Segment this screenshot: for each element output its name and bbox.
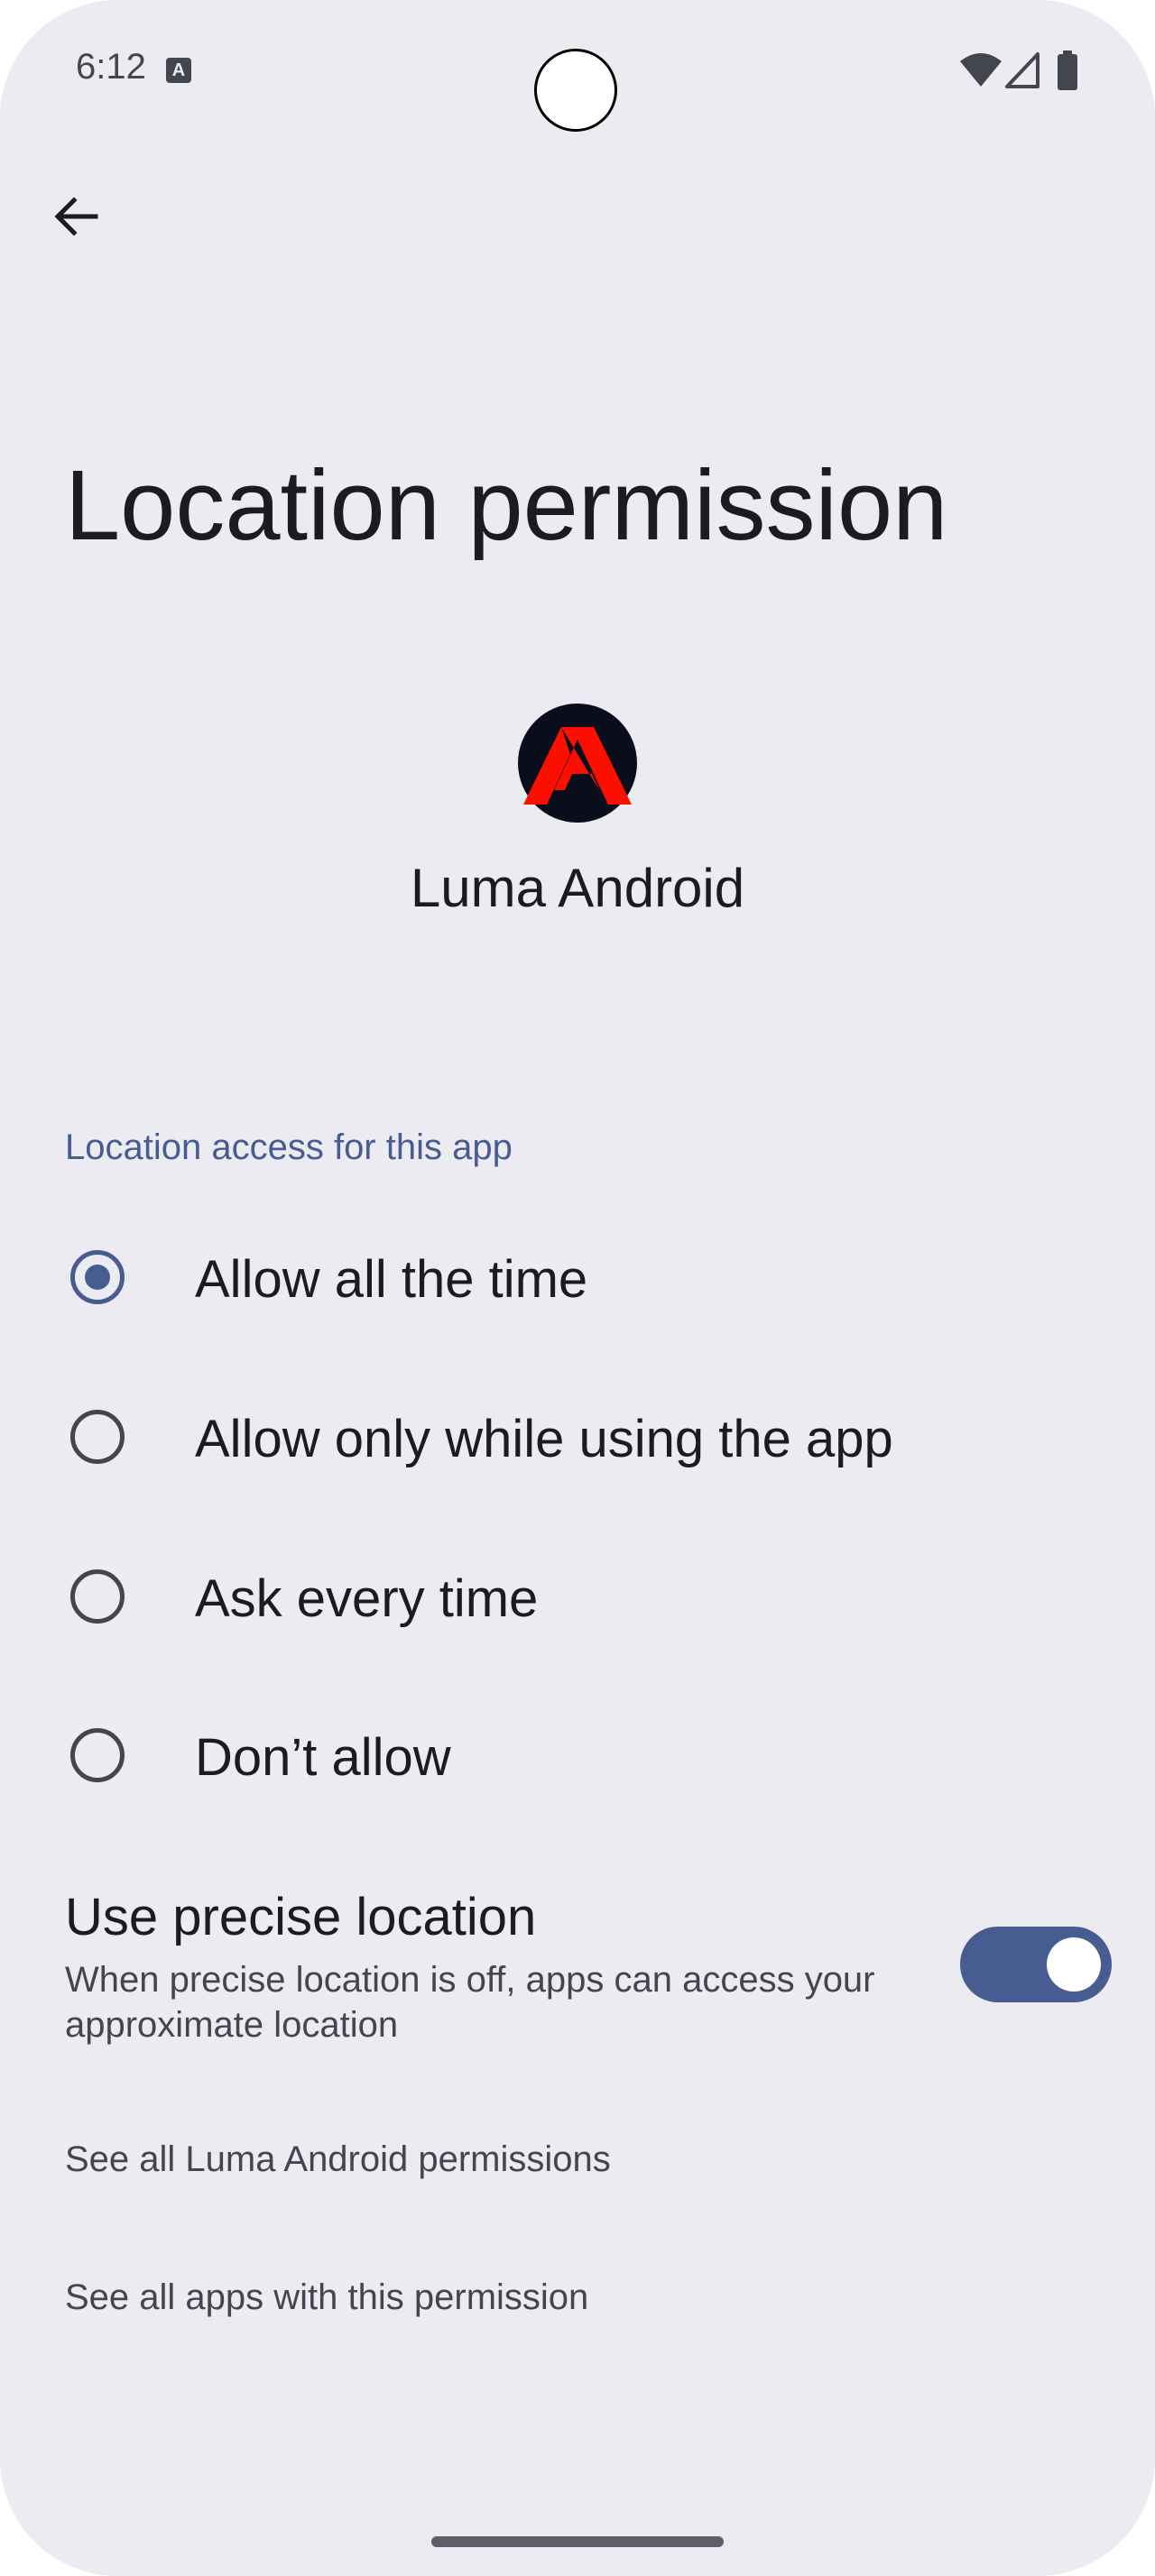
option-label: Don’t allow	[195, 1728, 451, 1787]
text-a-icon: A	[166, 58, 191, 83]
app-name: Luma Android	[410, 858, 745, 918]
precise-location-title: Use precise location	[65, 1888, 537, 1946]
section-label: Location access for this app	[65, 1127, 513, 1167]
toggle-knob	[1047, 1937, 1101, 1992]
see-all-apps-with-permission-link[interactable]: See all apps with this permission	[65, 2277, 1094, 2318]
option-label: Allow all the time	[195, 1250, 588, 1309]
option-label: Ask every time	[195, 1569, 539, 1628]
arrow-left-icon	[54, 197, 98, 236]
option-allow-all-the-time[interactable]: Allow all the time	[0, 1198, 1155, 1357]
option-ask-every-time[interactable]: Ask every time	[0, 1517, 1155, 1676]
precise-location-description: When precise location is off, apps can a…	[65, 1960, 875, 2045]
battery-icon	[1058, 51, 1077, 90]
cellular-signal-icon	[1005, 52, 1040, 88]
radio-button[interactable]	[70, 1728, 125, 1782]
camera-cutout	[534, 49, 617, 132]
screen: 6:12 A Location permission Luma Android …	[0, 0, 1155, 2576]
wifi-icon	[960, 53, 1002, 87]
home-gesture-bar[interactable]	[431, 2536, 724, 2547]
adobe-logo-icon	[518, 704, 637, 823]
back-button[interactable]	[36, 177, 116, 256]
radio-button[interactable]	[70, 1410, 125, 1464]
option-allow-while-using[interactable]: Allow only while using the app	[0, 1357, 1155, 1516]
status-time: 6:12	[76, 47, 146, 87]
option-label: Allow only while using the app	[195, 1410, 893, 1468]
radio-button[interactable]	[70, 1569, 125, 1624]
radio-button-selected[interactable]	[70, 1250, 125, 1304]
see-all-app-permissions-link[interactable]: See all Luma Android permissions	[65, 2139, 1094, 2180]
page-title: Location permission	[65, 450, 948, 561]
option-dont-allow[interactable]: Don’t allow	[0, 1676, 1155, 1835]
precise-location-toggle[interactable]	[960, 1927, 1112, 2002]
